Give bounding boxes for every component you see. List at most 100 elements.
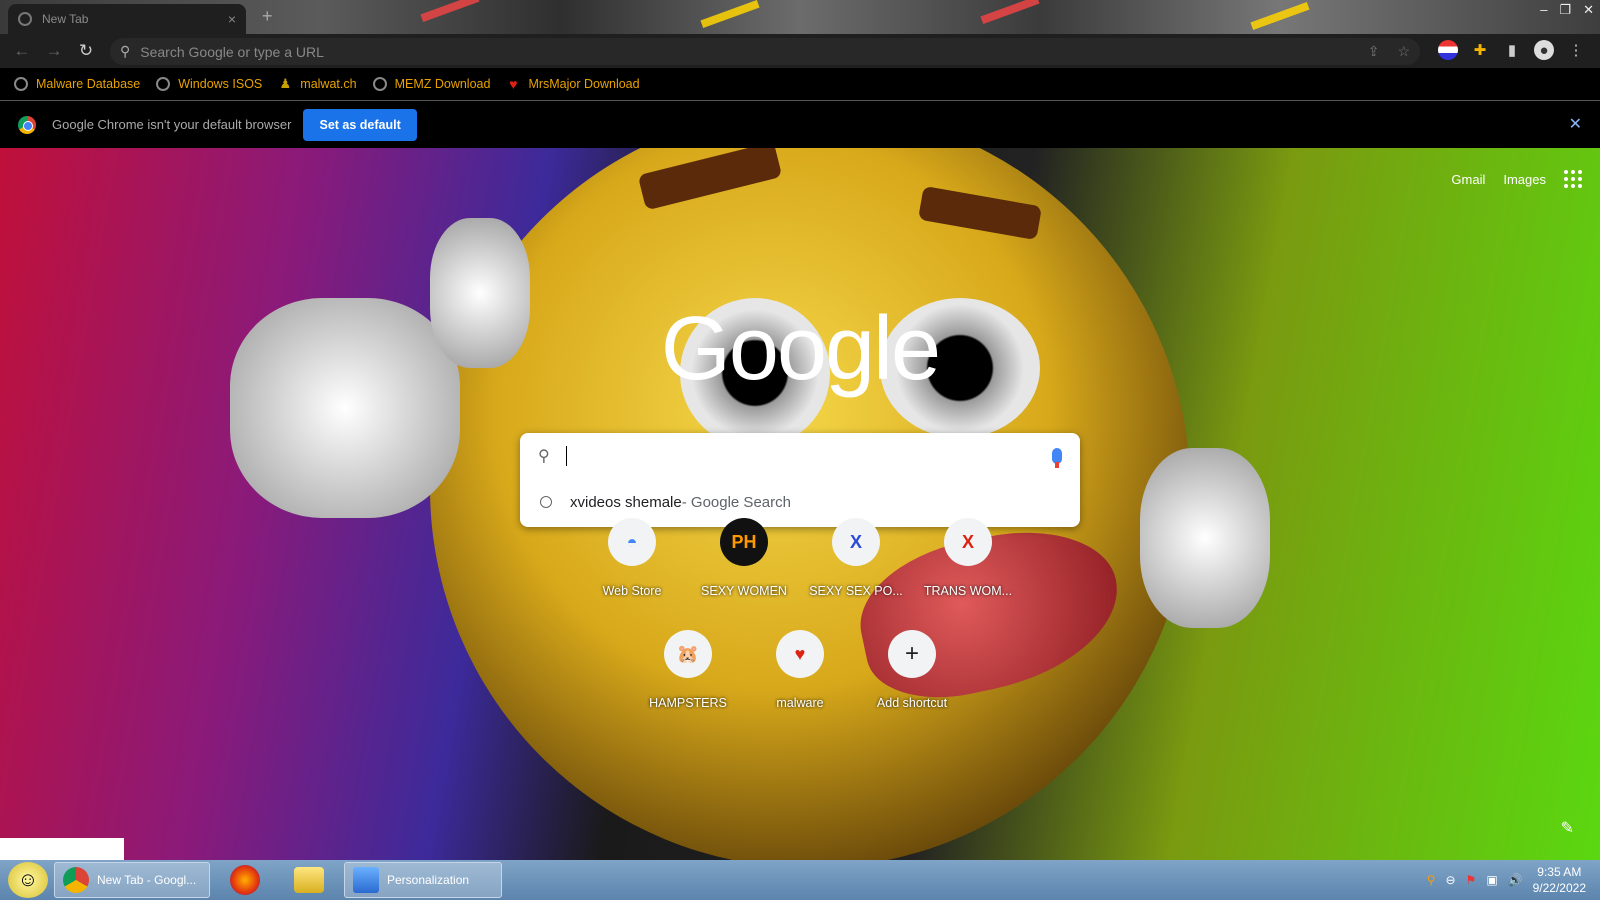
close-window-button[interactable]: ✕ — [1583, 2, 1594, 18]
x-site-icon: X — [832, 518, 880, 566]
bookmark-label: MrsMajor Download — [528, 77, 640, 91]
share-icon[interactable]: ⇪ — [1368, 43, 1380, 60]
tray-flag-icon[interactable]: ⚑ — [1466, 873, 1477, 887]
bookmark-memz-download[interactable]: MEMZ Download — [372, 77, 491, 91]
shortcut-sexy-sex-po[interactable]: X SEXY SEX PO... — [801, 518, 911, 598]
minimize-button[interactable]: – — [1540, 2, 1547, 18]
shortcut-trans-wom[interactable]: X TRANS WOM... — [913, 518, 1023, 598]
google-logo: Google — [660, 299, 941, 399]
start-button[interactable]: ☺ — [8, 862, 48, 898]
text-caret — [565, 446, 567, 466]
personalization-icon — [353, 867, 379, 893]
network-icon[interactable]: ▣ — [1486, 873, 1497, 887]
shortcut-label: malware — [776, 696, 824, 710]
bookmark-label: Windows ISOS — [178, 77, 263, 91]
default-browser-infobar: Google Chrome isn't your default browser… — [0, 101, 1600, 148]
search-input[interactable]: ⚲ — [520, 433, 1080, 479]
search-suggestion[interactable]: xvideos shemale - Google Search — [520, 481, 1080, 523]
chrome-logo-icon — [18, 115, 36, 134]
omnibox[interactable]: ⚲ Search Google or type a URL ⇪ ☆ — [110, 38, 1420, 65]
new-tab-page: Gmail Images Google ⚲ xvideos shemale - … — [0, 148, 1600, 860]
forward-icon[interactable]: → — [44, 41, 64, 61]
maximize-button[interactable]: ❐ — [1559, 2, 1571, 18]
bookmark-label: MEMZ Download — [394, 77, 491, 91]
bookmark-malware-database[interactable]: Malware Database — [14, 77, 140, 91]
shortcut-label: HAMPSTERS — [649, 696, 727, 710]
suggestion-suffix: - Google Search — [681, 493, 791, 511]
shortcut-hampsters[interactable]: 🐹 HAMPSTERS — [633, 630, 743, 710]
bookmark-label: malwat.ch — [300, 77, 357, 91]
shortcut-label: Web Store — [602, 584, 662, 598]
taskbar-item-chrome[interactable]: New Tab - Googl... — [54, 862, 210, 898]
profile-avatar-icon[interactable]: ● — [1534, 40, 1554, 60]
shortcut-malware[interactable]: ♥ malware — [745, 630, 855, 710]
wallpaper-splash — [1250, 1, 1310, 31]
new-tab-button[interactable]: + — [262, 6, 273, 27]
tab-new-tab[interactable]: New Tab × — [8, 4, 246, 34]
tab-strip: New Tab × + – ❐ ✕ — [0, 0, 1600, 34]
images-link[interactable]: Images — [1503, 172, 1546, 187]
taskbar-item-label: New Tab - Googl... — [97, 873, 197, 887]
infobar-message: Google Chrome isn't your default browser — [52, 117, 292, 132]
chrome-icon — [63, 867, 89, 893]
extensions-puzzle-icon[interactable]: ✚ — [1470, 40, 1490, 60]
shortcut-add[interactable]: + Add shortcut — [857, 630, 967, 710]
customize-pencil-icon[interactable]: ✎ — [1561, 818, 1574, 838]
back-icon[interactable]: ← — [12, 41, 32, 61]
search-icon: ⚲ — [538, 448, 550, 465]
heart-icon: ♥ — [776, 630, 824, 678]
firefox-icon — [230, 865, 260, 895]
search-icon: ⚲ — [120, 43, 131, 59]
tab-favicon-icon — [18, 12, 32, 26]
omnibox-placeholder: Search Google or type a URL — [140, 43, 324, 60]
bookmark-star-icon[interactable]: ☆ — [1397, 43, 1410, 60]
gmail-link[interactable]: Gmail — [1451, 172, 1485, 187]
reload-icon[interactable]: ↻ — [76, 41, 96, 61]
volume-icon[interactable]: 🔊 — [1508, 873, 1523, 887]
shortcut-label: SEXY WOMEN — [701, 584, 787, 598]
shortcut-web-store[interactable]: ◓ Web Store — [577, 518, 687, 598]
chrome-menu-icon[interactable]: ⋮ — [1566, 40, 1586, 60]
bookmark-malwat-ch[interactable]: ♟ malwat.ch — [278, 76, 357, 91]
taskbar-clock[interactable]: 9:35 AM 9/22/2022 — [1533, 864, 1586, 896]
taskbar-item-label: Personalization — [387, 873, 470, 887]
tray-minus-icon[interactable]: ⊖ — [1445, 873, 1455, 887]
desktop-strip — [0, 838, 124, 860]
shortcut-label: TRANS WOM... — [923, 584, 1013, 598]
tray-search-icon[interactable]: ⚲ — [1427, 873, 1436, 887]
folder-icon — [294, 867, 324, 893]
set-as-default-button[interactable]: Set as default — [303, 108, 417, 141]
tab-title: New Tab — [42, 12, 89, 26]
ntp-search-box[interactable]: ⚲ xvideos shemale - Google Search — [520, 433, 1080, 527]
google-apps-icon[interactable] — [1564, 170, 1582, 188]
taskbar-firefox[interactable] — [216, 862, 274, 898]
extension-flag-icon[interactable] — [1438, 40, 1458, 60]
globe-icon — [372, 77, 387, 91]
side-panel-icon[interactable]: ▮ — [1502, 40, 1522, 60]
pornhub-icon: PH — [720, 518, 768, 566]
taskbar-item-personalization[interactable]: Personalization — [344, 862, 502, 898]
globe-icon — [14, 77, 28, 91]
infobar-close-icon[interactable]: ✕ — [1569, 114, 1582, 134]
bookmark-windows-isos[interactable]: Windows ISOS — [156, 77, 262, 91]
bookmark-mrsmajor-download[interactable]: ♥ MrsMajor Download — [506, 76, 640, 92]
shortcut-sexy-women[interactable]: PH SEXY WOMEN — [689, 518, 799, 598]
shortcut-label: Add shortcut — [876, 696, 948, 710]
shortcut-label: SEXY SEX PO... — [809, 584, 903, 598]
wallpaper-splash — [700, 0, 760, 29]
windows-taskbar: ☺ New Tab - Googl... Personalization ⚲ ⊖… — [0, 860, 1600, 900]
person-icon: ♟ — [279, 76, 292, 91]
x-red-icon: X — [944, 518, 992, 566]
taskbar-explorer[interactable] — [280, 862, 338, 898]
background-image — [230, 298, 460, 518]
web-store-icon: ◓ — [608, 518, 656, 566]
window-controls: – ❐ ✕ — [1540, 2, 1594, 18]
history-clock-icon — [540, 496, 552, 508]
wallpaper-splash — [980, 0, 1040, 25]
microphone-icon[interactable] — [1052, 448, 1062, 468]
bookmarks-bar: Malware Database Windows ISOS ♟ malwat.c… — [0, 68, 1600, 101]
suggestion-text: xvideos shemale — [570, 493, 682, 511]
tab-close-icon[interactable]: × — [228, 11, 236, 27]
hamster-icon: 🐹 — [664, 630, 712, 678]
wallpaper-splash — [420, 0, 480, 23]
